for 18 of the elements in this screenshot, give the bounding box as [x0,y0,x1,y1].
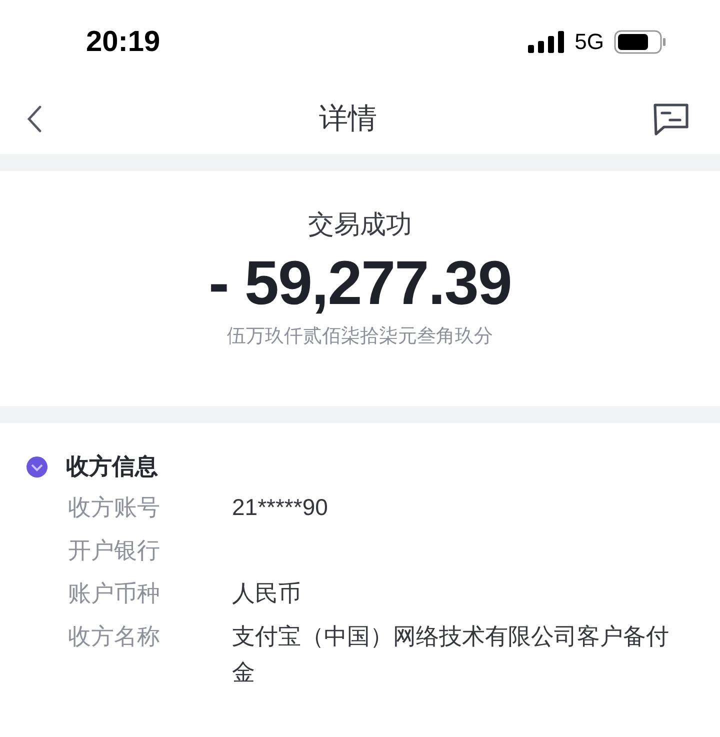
signal-icon [528,31,565,53]
field-value: 支付宝（中国）网络技术有限公司客户备付金 [232,622,670,687]
section-title: 收方信息 [66,452,158,481]
field-label: 收方名称 [68,622,161,651]
field-value: 21*****90 [232,493,329,522]
field-label: 账户币种 [68,579,161,608]
field-value: 人民币 [232,579,302,608]
page-title: 详情 [319,102,377,137]
message-button[interactable] [652,102,690,136]
status-time: 20:19 [86,26,162,58]
battery-icon [614,30,666,54]
amount-in-words: 伍万玖仟贰佰柒拾柒元叁角玖分 [227,325,493,349]
amount: - 59,277.39 [208,248,512,319]
field-label: 开户银行 [68,536,161,565]
network-label: 5G [574,29,604,55]
section-bullet-icon [26,456,48,478]
field-label: 收方账号 [68,493,161,522]
transaction-status: 交易成功 [308,208,412,241]
